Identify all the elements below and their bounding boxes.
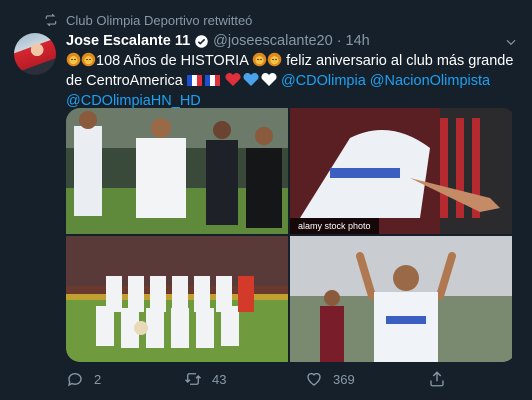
retweet-button[interactable]: 43 — [184, 370, 305, 388]
france-flag-icon — [186, 74, 221, 92]
retweet-context[interactable]: Club Olimpia Deportivo retwitteó — [44, 10, 252, 30]
like-icon — [307, 372, 321, 386]
author-handle[interactable]: @joseescalante20 — [213, 33, 333, 49]
retweet-label: Club Olimpia Deportivo retwitteó — [66, 12, 253, 28]
avatar[interactable] — [14, 33, 56, 75]
lion-emoji-icon — [81, 52, 96, 72]
verified-badge-icon — [195, 34, 208, 48]
lion-emoji-icon — [66, 52, 81, 72]
separator-dot: · — [336, 33, 342, 49]
lion-emoji-icon — [267, 52, 282, 72]
mention-nacionolimpista[interactable]: @NacionOlimpista — [370, 73, 490, 89]
share-button[interactable] — [428, 370, 456, 388]
retweet-icon — [185, 373, 202, 385]
chevron-down-icon[interactable] — [504, 35, 518, 49]
retweet-icon — [45, 13, 57, 27]
team-lineup-photo[interactable] — [66, 236, 288, 362]
reply-count: 2 — [94, 371, 102, 387]
retweet-count: 43 — [212, 371, 227, 387]
reply-icon — [67, 373, 82, 387]
share-icon — [430, 371, 444, 387]
lion-emoji-icon — [252, 52, 267, 72]
team-players-photo[interactable] — [66, 108, 288, 234]
tweet-actions: 2 43 369 — [66, 370, 456, 388]
watermark: alamy stock photo — [290, 218, 379, 234]
tweet-text: 108 Años de HISTORIA feliz aniversario a… — [66, 52, 516, 110]
mention-cdolimpiahn[interactable]: @CDOlimpiaHN_HD — [66, 93, 201, 109]
like-button[interactable]: 369 — [305, 370, 428, 388]
mention-cdolimpia[interactable]: @CDOlimpia — [281, 73, 366, 89]
hearts-emoji-icon — [225, 72, 277, 92]
tweet-text-part1: 108 Años de HISTORIA — [96, 53, 249, 69]
author-name[interactable]: Jose Escalante 11 — [66, 33, 190, 49]
like-count: 369 — [333, 371, 355, 387]
tweet-time[interactable]: 14h — [346, 33, 370, 49]
player-celebrating-photo[interactable] — [290, 236, 512, 362]
player-closeup-photo[interactable]: alamy stock photo — [290, 108, 512, 234]
reply-button[interactable]: 2 — [66, 370, 184, 388]
tweet-header: Jose Escalante 11 @joseescalante20 · 14h — [66, 33, 370, 49]
media-grid: alamy stock photo — [66, 108, 516, 362]
